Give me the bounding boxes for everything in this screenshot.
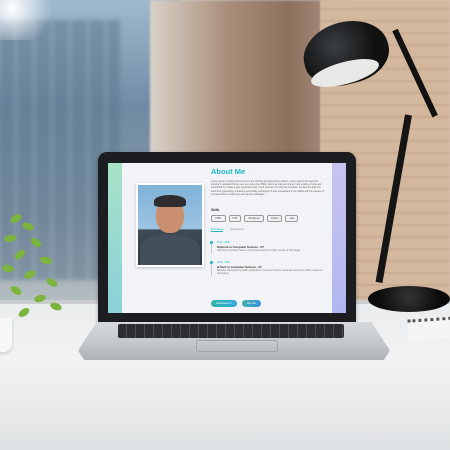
skills-heading: Skills	[211, 208, 220, 212]
tab-education[interactable]: Education	[211, 227, 224, 232]
profile-photo-card	[136, 183, 204, 267]
skill-tag: Wordpress	[244, 215, 264, 222]
skill-tag: PHP	[228, 215, 242, 222]
mug	[0, 318, 12, 352]
potted-plant	[0, 205, 70, 330]
timeline-description: Diploma in Computer Science and Engineer…	[217, 250, 301, 252]
timeline-dot	[210, 261, 213, 264]
skills-list: HTML PHP Wordpress Python Java	[211, 215, 331, 222]
timeline-date: 2014 - 2018	[217, 241, 230, 244]
spiral-notebook	[407, 316, 450, 341]
laptop-trackpad	[196, 340, 278, 352]
skill-tag: Java	[285, 215, 299, 222]
timeline-title: B.Tech in Computer Science - IIT	[217, 265, 262, 269]
screen-left-accent	[108, 163, 122, 313]
laptop-keyboard	[118, 324, 344, 338]
timeline-title: Diploma in Computer Science - IIT	[217, 245, 264, 249]
hire-me-button[interactable]: Hire Me	[241, 300, 261, 307]
screen-right-accent	[332, 163, 346, 313]
laptop-screen: About Me Lorem ipsum is simply dummy tex…	[108, 163, 346, 313]
education-timeline: 2014 - 2018 Diploma in Computer Science …	[210, 241, 331, 284]
timeline-date: 2018 - 2020	[217, 261, 230, 264]
timeline-item: 2014 - 2018 Diploma in Computer Science …	[210, 241, 331, 253]
profile-photo	[138, 185, 202, 265]
download-cv-button[interactable]: Download CV	[211, 300, 237, 307]
skill-tag: Python	[266, 215, 283, 222]
tab-experience[interactable]: Experience	[230, 227, 244, 232]
about-paragraph: Lorem ipsum is simply dummy text of the …	[211, 180, 324, 196]
page-title: About Me	[211, 167, 246, 176]
timeline-description: Bachelor of Engineering under graduation…	[217, 270, 323, 275]
action-buttons: Download CV Hire Me	[211, 300, 261, 307]
window-glare	[0, 0, 60, 40]
resume-tabs: Education Experience	[211, 227, 244, 232]
lamp-base	[368, 286, 450, 312]
skill-tag: HTML	[211, 215, 226, 222]
photo-scene: About Me Lorem ipsum is simply dummy tex…	[0, 0, 450, 450]
timeline-dot	[210, 241, 213, 244]
timeline-item: 2018 - 2020 B.Tech in Computer Science -…	[210, 261, 331, 276]
